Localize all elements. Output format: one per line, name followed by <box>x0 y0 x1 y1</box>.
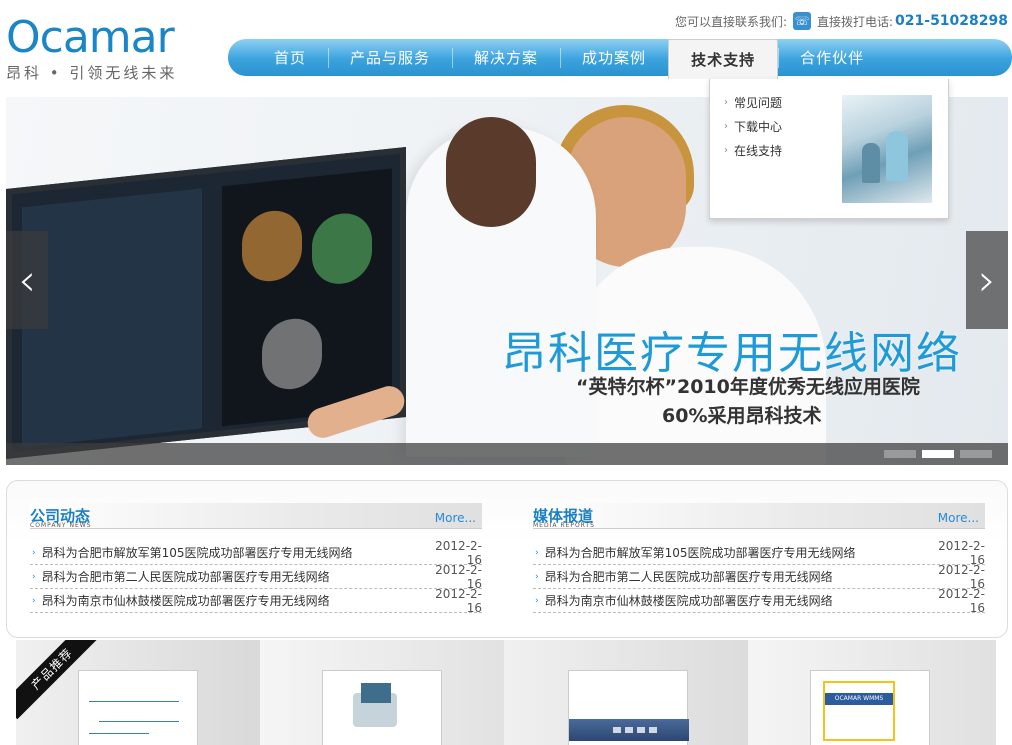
diagram-line <box>89 701 179 702</box>
carousel-dot[interactable] <box>960 450 992 458</box>
news-panel: 公司动态 COMPANY NEWS More... › 昂科为合肥市解放军第10… <box>6 480 1008 638</box>
phone-number: 021-51028298 <box>895 13 1008 29</box>
section-header: 公司动态 COMPANY NEWS More... <box>30 503 482 529</box>
bullet-icon: › <box>535 595 539 606</box>
device-screen <box>361 683 391 703</box>
rack-port <box>625 727 633 733</box>
dropdown-item-label: 常见问题 <box>734 96 783 110</box>
news-item[interactable]: › 昂科为合肥市第二人民医院成功部署医疗专用无线网络 2012-2-16 <box>533 563 985 591</box>
dropdown-item-online-support[interactable]: › 在线支持 <box>724 139 782 163</box>
news-item[interactable]: › 昂科为合肥市第二人民医院成功部署医疗专用无线网络 2012-2-16 <box>30 563 482 591</box>
news-list: › 昂科为合肥市解放军第105医院成功部署医疗专用无线网络 2012-2-16 … <box>30 539 482 615</box>
dropdown-item-downloads[interactable]: › 下载中心 <box>724 115 782 139</box>
product-card-medical-cart[interactable] <box>322 670 442 745</box>
bullet-icon: › <box>535 571 539 582</box>
rack-port <box>613 727 621 733</box>
chevron-right-icon: › <box>724 97 728 108</box>
news-date: 2012-2-16 <box>938 586 985 615</box>
news-title[interactable]: 昂科为南京市仙林鼓楼医院成功部署医疗专用无线网络 <box>42 592 426 609</box>
nav-item-home[interactable]: 首页 <box>252 39 328 76</box>
banner-photo-face-1 <box>446 117 536 227</box>
logo-slogan: 昂科 • 引领无线未来 <box>6 64 178 82</box>
news-item[interactable]: › 昂科为合肥市解放军第105医院成功部署医疗专用无线网络 2012-2-16 <box>533 539 985 567</box>
news-date: 2012-2-16 <box>435 586 482 615</box>
product-showcase: 产品推荐 OCAMAR WMMS <box>16 640 996 745</box>
software-box-label: OCAMAR WMMS <box>825 693 893 705</box>
nav-item-cases[interactable]: 成功案例 <box>560 39 668 76</box>
carousel-dot[interactable] <box>884 450 916 458</box>
bullet-icon: › <box>32 547 36 558</box>
thumbnail-figure <box>886 131 908 181</box>
nav-item-solutions[interactable]: 解决方案 <box>452 39 560 76</box>
carousel-indicators <box>884 450 992 458</box>
screen-echo-image <box>242 207 302 285</box>
news-list: › 昂科为合肥市解放军第105医院成功部署医疗专用无线网络 2012-2-16 … <box>533 539 985 615</box>
diagram-line <box>99 721 179 722</box>
company-news: 公司动态 COMPANY NEWS More... › 昂科为合肥市解放军第10… <box>30 503 482 615</box>
dropdown-thumbnail-image <box>842 95 932 203</box>
nav-item-support[interactable]: 技术支持 <box>668 39 779 79</box>
news-item[interactable]: › 昂科为合肥市解放军第105医院成功部署医疗专用无线网络 2012-2-16 <box>30 539 482 567</box>
page: Ocamar 昂科 • 引领无线未来 您可以直接联系我们: ☏ 直接拨打电话: … <box>0 0 1012 745</box>
product-slot <box>260 640 504 745</box>
contact-label: 您可以直接联系我们: <box>674 14 787 29</box>
carousel-next-button[interactable]: › <box>966 231 1008 329</box>
more-link[interactable]: More... <box>435 511 476 525</box>
dropdown-item-label: 在线支持 <box>734 144 783 158</box>
bullet-icon: › <box>32 571 36 582</box>
main-nav: 首页 产品与服务 解决方案 成功案例 技术支持 合作伙伴 <box>228 39 1012 79</box>
news-title[interactable]: 昂科为合肥市解放军第105医院成功部署医疗专用无线网络 <box>545 544 929 561</box>
news-title[interactable]: 昂科为南京市仙林鼓楼医院成功部署医疗专用无线网络 <box>545 592 929 609</box>
monitor-screen-right <box>222 168 392 427</box>
news-item[interactable]: › 昂科为南京市仙林鼓楼医院成功部署医疗专用无线网络 2012-2-16 <box>30 586 482 615</box>
banner-subtitle-2: 60%采用昂科技术 <box>662 405 822 427</box>
bullet-icon: › <box>32 595 36 606</box>
thumbnail-figure <box>862 143 880 183</box>
nav-item-partners[interactable]: 合作伙伴 <box>778 39 886 76</box>
product-card-network-diagram[interactable] <box>78 670 198 745</box>
product-slot <box>504 640 748 745</box>
chevron-right-icon: › <box>978 254 996 306</box>
screen-echo-image <box>262 315 322 393</box>
software-box: OCAMAR WMMS <box>823 681 895 741</box>
product-slot: OCAMAR WMMS <box>748 640 996 745</box>
carousel-dot-active[interactable] <box>922 450 954 458</box>
phone-label: 直接拨打电话: <box>816 14 894 29</box>
diagram-line <box>89 733 149 734</box>
carousel-strip <box>6 443 1008 465</box>
news-title[interactable]: 昂科为合肥市第二人民医院成功部署医疗专用无线网络 <box>545 568 929 585</box>
bullet-icon: › <box>535 547 539 558</box>
section-header: 媒体报道 MEDIA REPORTS More... <box>533 503 985 529</box>
chevron-left-icon: ‹ <box>18 254 36 306</box>
carousel-prev-button[interactable]: ‹ <box>6 231 48 329</box>
screen-echo-image <box>312 210 372 287</box>
monitor-screen-left <box>22 188 202 448</box>
more-link[interactable]: More... <box>938 511 979 525</box>
contact-bar: 您可以直接联系我们: ☏ 直接拨打电话: 021-51028298 <box>675 10 1008 32</box>
logo[interactable]: Ocamar 昂科 • 引领无线未来 <box>6 14 206 84</box>
banner-subtitle-1: “英特尔杯”2010年度优秀无线应用医院 <box>576 376 920 398</box>
dropdown-list: › 常见问题 › 下载中心 › 在线支持 <box>724 91 782 163</box>
dropdown-item-faq[interactable]: › 常见问题 <box>724 91 782 115</box>
dropdown-item-label: 下载中心 <box>734 120 783 134</box>
section-subtitle: COMPANY NEWS <box>30 522 92 529</box>
nav-item-products[interactable]: 产品与服务 <box>328 39 452 76</box>
logo-wordmark: Ocamar <box>6 12 175 63</box>
support-dropdown: › 常见问题 › 下载中心 › 在线支持 <box>709 79 949 219</box>
news-title[interactable]: 昂科为合肥市解放军第105医院成功部署医疗专用无线网络 <box>42 544 426 561</box>
phone-icon: ☏ <box>792 12 811 30</box>
media-reports: 媒体报道 MEDIA REPORTS More... › 昂科为合肥市解放军第1… <box>533 503 985 615</box>
rack-port <box>637 727 645 733</box>
product-card-rack-controller[interactable] <box>568 670 689 745</box>
section-subtitle: MEDIA REPORTS <box>533 522 595 529</box>
rack-port <box>649 727 657 733</box>
news-title[interactable]: 昂科为合肥市第二人民医院成功部署医疗专用无线网络 <box>42 568 426 585</box>
chevron-right-icon: › <box>724 145 728 156</box>
news-item[interactable]: › 昂科为南京市仙林鼓楼医院成功部署医疗专用无线网络 2012-2-16 <box>533 586 985 615</box>
chevron-right-icon: › <box>724 121 728 132</box>
product-card-software-package[interactable]: OCAMAR WMMS <box>810 670 930 745</box>
